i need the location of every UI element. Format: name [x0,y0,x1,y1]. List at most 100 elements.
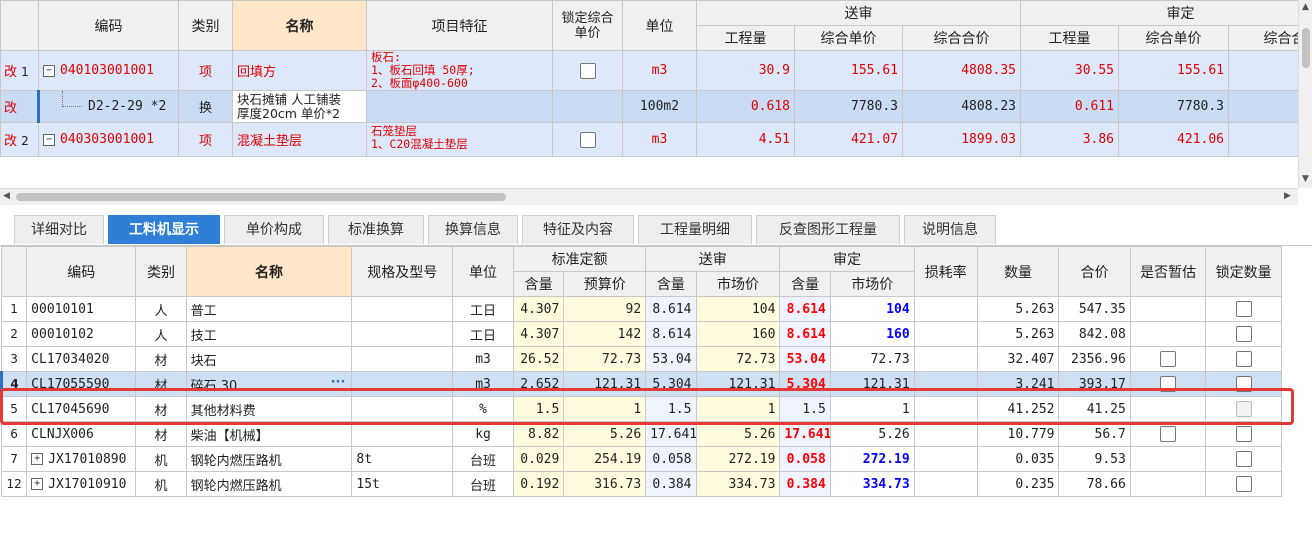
resource-qty[interactable]: 10.779 [976,421,1060,447]
std-price[interactable]: 1 [563,396,647,422]
s-price[interactable]: 7780.3 [794,90,903,123]
provisional-cell[interactable] [1129,321,1207,347]
s-market-price[interactable]: 272.19 [695,446,781,472]
tab-quantity-detail[interactable]: 工程量明细 [638,215,752,244]
s-market-price[interactable]: 5.26 [695,421,781,447]
resource-name[interactable]: 普工 [185,296,353,322]
resource-unit[interactable]: 工日 [452,296,514,322]
resource-type[interactable]: 材 [135,371,187,397]
item-name[interactable]: 混凝土垫层 [232,122,367,157]
s-qty[interactable]: 0.618 [696,90,795,123]
std-content[interactable]: 0.192 [512,471,565,497]
item-feature[interactable] [366,90,553,123]
tab-graphic-quantity[interactable]: 反查图形工程量 [756,215,900,244]
a-market-price[interactable]: 104 [829,296,915,322]
s-qty[interactable]: 30.9 [696,50,795,91]
resource-qty[interactable]: 0.235 [976,471,1060,497]
top-header-a-price[interactable]: 综合单价 [1118,25,1230,51]
resource-qty[interactable]: 41.252 [976,396,1060,422]
top-header-lock-price[interactable]: 锁定综合单价 [552,0,623,51]
top-header-a-total[interactable]: 综合合 [1228,25,1298,51]
scroll-left-icon[interactable]: ◀ [3,191,10,201]
lock-price-cell[interactable] [552,122,623,157]
item-feature[interactable]: 石笼垫层 1、C20混凝土垫层 [366,122,553,157]
resource-code[interactable]: CLNJX006 [26,421,137,447]
tab-conversion-info[interactable]: 换算信息 [428,215,518,244]
grid-header-std-content[interactable]: 含量 [512,271,565,297]
s-total[interactable]: 4808.35 [901,50,1022,91]
s-total[interactable]: 1899.03 [901,122,1022,157]
top-header-code[interactable]: 编码 [38,0,179,51]
resource-unit[interactable]: m3 [452,371,514,397]
grid-header-provisional[interactable]: 是否暂估 [1129,246,1207,297]
resource-row[interactable]: 3 CL17034020 材块石 m3 26.52 72.73 53.04 72.73 53.0… [0,346,1282,372]
top-header-name[interactable]: 名称 [232,0,367,51]
top-row[interactable]: 改 1 −040103001001 项 回填方 板石: 1、板石回填 50厚; 2、… [0,50,1298,91]
std-content[interactable]: 4.307 [512,296,565,322]
resource-total[interactable]: 9.53 [1058,446,1131,472]
resource-name[interactable]: 其他材料费 [185,396,353,422]
resource-spec[interactable]: 8t [351,446,454,472]
a-content[interactable]: 0.384 [779,471,831,497]
scroll-down-icon[interactable]: ▼ [1302,174,1309,184]
s-market-price[interactable]: 104 [695,296,781,322]
resource-spec[interactable] [351,421,454,447]
lock-qty-checkbox[interactable] [1235,476,1252,492]
a-market-price[interactable]: 5.26 [829,421,915,447]
row-number[interactable]: 2 [0,321,28,347]
std-price[interactable]: 72.73 [563,346,647,372]
a-content[interactable]: 53.04 [779,346,831,372]
tab-price-composition[interactable]: 单价构成 [224,215,324,244]
s-content[interactable]: 53.04 [645,346,697,372]
std-content[interactable]: 2.652 [512,371,565,397]
resource-total[interactable]: 78.66 [1058,471,1131,497]
top-header-unit[interactable]: 单位 [622,0,697,51]
a-qty[interactable]: 30.55 [1020,50,1120,91]
resource-type[interactable]: 机 [135,446,187,472]
s-market-price[interactable]: 1 [695,396,781,422]
row-number[interactable]: 12 [0,471,28,497]
scroll-right-icon[interactable]: ▶ [1284,191,1291,201]
item-feature[interactable]: 板石: 1、板石回填 50厚; 2、板面φ400-600 [366,50,553,91]
grid-header-unit[interactable]: 单位 [452,246,514,297]
resource-name[interactable]: 柴油【机械】 [185,421,353,447]
resource-qty[interactable]: 32.407 [976,346,1060,372]
s-content[interactable]: 8.614 [645,296,697,322]
item-unit[interactable]: 100m2 [622,90,697,123]
item-code[interactable]: D2-2-29 *2 [38,90,179,123]
a-qty[interactable]: 0.611 [1020,90,1120,123]
resource-spec[interactable] [351,371,454,397]
resource-total[interactable]: 41.25 [1058,396,1131,422]
a-market-price[interactable]: 121.31 [829,371,915,397]
row-number[interactable]: 7 [0,446,28,472]
top-header-s-price[interactable]: 综合单价 [794,25,903,51]
scroll-up-icon[interactable]: ▲ [1302,2,1309,12]
grid-header-s-content[interactable]: 含量 [645,271,697,297]
std-price[interactable]: 5.26 [563,421,647,447]
resource-total[interactable]: 2356.96 [1058,346,1131,372]
lock-qty-cell[interactable] [1205,421,1282,447]
grid-header-total[interactable]: 合价 [1058,246,1131,297]
resource-code[interactable]: 00010101 [26,296,137,322]
scroll-thumb[interactable] [1302,28,1310,68]
loss-rate[interactable] [913,471,978,497]
loss-rate[interactable] [913,446,978,472]
resource-name[interactable]: 钢轮内燃压路机 [185,446,353,472]
grid-header-qty[interactable]: 数量 [976,246,1060,297]
item-type[interactable]: 项 [178,50,233,91]
row-number[interactable]: 1 [0,296,28,322]
grid-header-lock-qty[interactable]: 锁定数量 [1205,246,1282,297]
lock-qty-checkbox[interactable] [1235,326,1252,342]
s-market-price[interactable]: 160 [695,321,781,347]
lock-qty-checkbox[interactable] [1235,376,1252,392]
resource-code[interactable]: + JX17010910 [26,471,137,497]
a-total[interactable]: 4 [1228,50,1298,91]
provisional-cell[interactable] [1129,421,1207,447]
item-type[interactable]: 项 [178,122,233,157]
resource-spec[interactable] [351,396,454,422]
lock-qty-cell[interactable] [1205,446,1282,472]
resource-qty[interactable]: 0.035 [976,446,1060,472]
top-header-feature[interactable]: 项目特征 [366,0,553,51]
s-content[interactable]: 0.384 [645,471,697,497]
resource-unit[interactable]: 台班 [452,446,514,472]
